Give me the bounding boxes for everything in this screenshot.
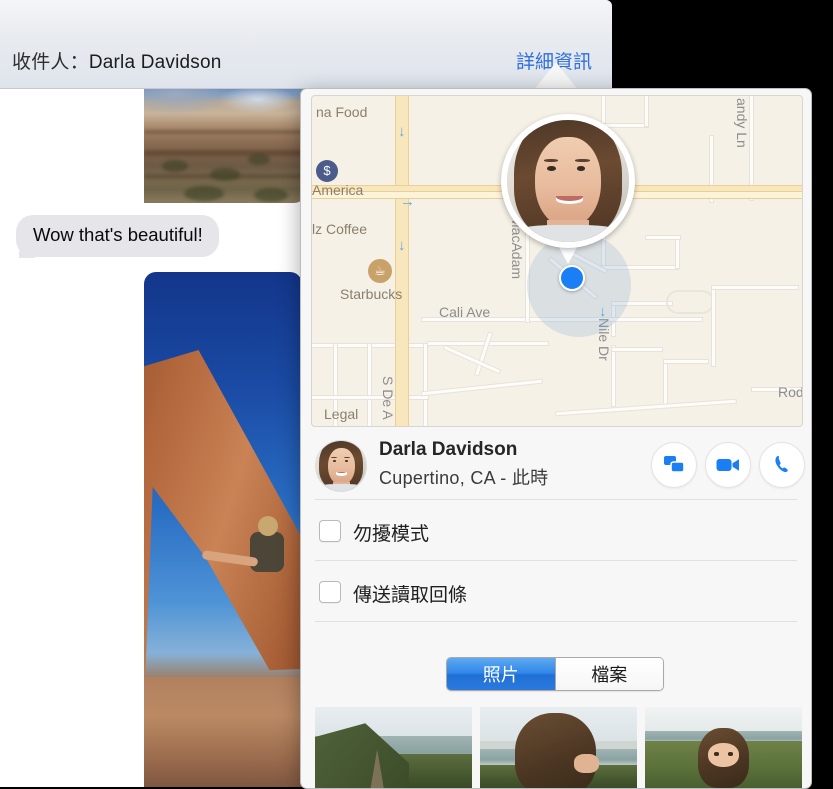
details-popover: ↓ ↓ → ↓ $ ☕ na Food America lz Coffee St… xyxy=(300,88,812,789)
messages-header-bar: 收件人：Darla Davidson 詳細資訊 xyxy=(0,0,612,89)
conversation-photo-arch[interactable] xyxy=(144,272,302,787)
option-row-do-not-disturb[interactable]: 勿擾模式 xyxy=(315,500,797,560)
screen-share-icon xyxy=(663,455,685,475)
traffic-arrow-right-icon: → xyxy=(400,194,415,209)
option-row-read-receipts[interactable]: 傳送讀取回條 xyxy=(315,561,797,621)
video-camera-icon xyxy=(716,457,740,473)
map-label-street: S De A xyxy=(380,376,396,420)
contact-row: Darla Davidson Cupertino, CA - 此時 xyxy=(315,434,797,496)
avatar[interactable] xyxy=(315,440,367,492)
screen-share-button[interactable] xyxy=(651,442,697,488)
map-label-poi: lz Coffee xyxy=(312,221,367,237)
tab-files[interactable]: 檔案 xyxy=(555,658,664,690)
conversation-photo-canyon[interactable] xyxy=(144,88,306,203)
map-label-street: Rod xyxy=(778,384,803,400)
map-label-poi: America xyxy=(312,182,363,198)
canyon-photo-art xyxy=(144,88,306,203)
recipient-field[interactable]: 收件人：Darla Davidson xyxy=(12,47,222,74)
message-bubble-text: Wow that's beautiful! xyxy=(33,224,203,245)
map-label-poi: Legal xyxy=(324,406,358,422)
read-receipts-label: 傳送讀取回條 xyxy=(353,580,467,607)
pin-avatar xyxy=(501,114,635,248)
contact-location-time: Cupertino, CA - 此時 xyxy=(379,464,548,490)
recipient-name: Darla Davidson xyxy=(89,52,222,73)
tab-photos[interactable]: 照片 xyxy=(447,658,555,690)
map-label-poi: na Food xyxy=(316,104,367,120)
read-receipts-checkbox[interactable] xyxy=(319,581,341,603)
thumbnail-item[interactable] xyxy=(315,707,472,788)
to-label: 收件人： xyxy=(12,52,89,73)
bank-icon: $ xyxy=(316,160,338,182)
map-label-street: Cali Ave xyxy=(439,304,490,320)
attachment-thumbnail-grid xyxy=(315,707,811,788)
divider xyxy=(315,621,797,622)
audio-call-button[interactable] xyxy=(759,442,805,488)
traffic-arrow-down-icon: ↓ xyxy=(398,124,406,139)
location-map[interactable]: ↓ ↓ → ↓ $ ☕ na Food America lz Coffee St… xyxy=(311,95,803,427)
arch-photo-art xyxy=(144,272,302,787)
traffic-arrow-down-icon: ↓ xyxy=(398,238,406,253)
phone-icon xyxy=(772,455,792,475)
contact-location-pin[interactable] xyxy=(501,114,635,248)
thumbnail-item[interactable] xyxy=(645,707,802,788)
do-not-disturb-checkbox[interactable] xyxy=(319,520,341,542)
contact-name: Darla Davidson xyxy=(379,439,517,461)
coffee-icon: ☕ xyxy=(368,259,392,283)
video-call-button[interactable] xyxy=(705,442,751,488)
user-location-dot xyxy=(559,265,585,291)
map-label-poi: Starbucks xyxy=(340,286,402,302)
photos-files-segmented-control[interactable]: 照片 檔案 xyxy=(446,657,664,691)
message-bubble-incoming[interactable]: Wow that's beautiful! xyxy=(16,215,219,257)
thumbnail-item[interactable] xyxy=(480,707,637,788)
map-label-street: andy Ln xyxy=(734,98,750,148)
do-not-disturb-label: 勿擾模式 xyxy=(353,519,429,546)
